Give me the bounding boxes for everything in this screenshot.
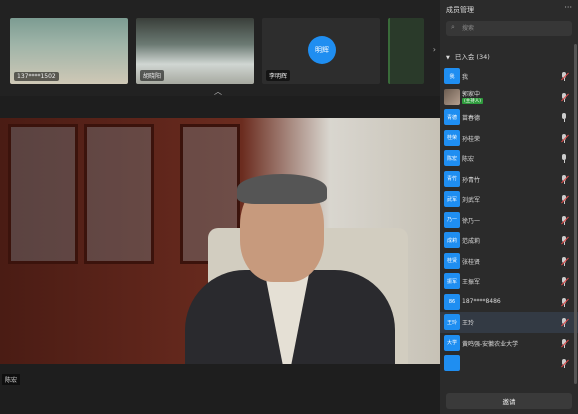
group-header[interactable]: ▼ 已入会 (34) xyxy=(446,51,490,61)
mic-muted-icon[interactable] xyxy=(560,236,569,245)
member-row[interactable]: 成莉 范成莉 xyxy=(440,230,578,251)
more-icon[interactable]: ··· xyxy=(564,3,572,12)
mic-icon[interactable] xyxy=(560,113,568,122)
mic-muted-icon[interactable] xyxy=(560,174,569,184)
chevron-right-icon[interactable]: › xyxy=(433,45,436,54)
member-row[interactable]: 武军 刘武军 xyxy=(440,189,578,210)
mic-icon[interactable] xyxy=(560,154,568,163)
video-area: 137****1502 胡晓阳 明辉 李明辉 › ︿ 陈宏 xyxy=(0,0,440,414)
member-panel: 成员管理 ··· ⌕ ▼已入会 (34) 我我郭家中(主持人)青德苗春德桂荣孙桂… xyxy=(440,0,578,414)
member-row[interactable]: 乃一 徐乃一 xyxy=(440,210,578,231)
member-name: 刘武军 xyxy=(462,197,481,204)
member-name: 郭家中 xyxy=(462,90,481,98)
bookcase-glass xyxy=(8,124,78,264)
group-label: 已入会 (34) xyxy=(454,53,490,61)
avatar: 陈宏 xyxy=(444,150,460,166)
member-name: 187****8486 xyxy=(462,297,501,305)
member-name: 范成莉 xyxy=(462,238,481,245)
member-row[interactable]: 郭家中 (主持人) xyxy=(440,87,578,108)
speaker-name: 陈宏 xyxy=(2,374,21,385)
chevron-up-icon[interactable]: ︿ xyxy=(214,86,222,97)
avatar: 武军 xyxy=(444,191,460,207)
search-input[interactable] xyxy=(462,22,566,35)
avatar: 振军 xyxy=(444,273,460,289)
member-row[interactable] xyxy=(440,353,578,374)
video-thumbnail[interactable]: 胡晓阳 xyxy=(136,18,254,84)
bookcase-glass xyxy=(84,124,154,264)
member-name: 孙桂荣 xyxy=(462,135,481,143)
mic-muted-icon[interactable] xyxy=(560,338,569,348)
avatar: 86 xyxy=(444,293,460,310)
member-row[interactable]: 桂贤 张桂贤 xyxy=(440,251,578,272)
mic-muted-icon[interactable] xyxy=(560,92,569,102)
member-name: 苗春德 xyxy=(462,115,481,122)
member-name: 我 xyxy=(462,74,469,81)
mic-muted-icon[interactable] xyxy=(560,215,569,225)
member-name: 黄鸣强-安徽农业大学 xyxy=(462,340,519,348)
scrollbar[interactable] xyxy=(574,44,577,384)
invite-button[interactable]: 邀请 xyxy=(446,393,572,409)
member-name: 王振军 xyxy=(462,279,481,286)
mic-muted-icon[interactable] xyxy=(560,359,569,368)
member-row[interactable]: 振军 王振军 xyxy=(440,271,578,292)
main-video xyxy=(0,118,440,364)
member-row[interactable]: 我我 xyxy=(440,66,578,87)
video-thumbnail[interactable] xyxy=(388,18,424,84)
participant-name: 胡晓阳 xyxy=(140,70,165,81)
avatar: 王玲 xyxy=(444,314,460,330)
member-row[interactable]: 王玲 王玲 xyxy=(440,312,578,333)
thumbnail-strip: 137****1502 胡晓阳 明辉 李明辉 › xyxy=(0,0,440,96)
avatar: 青竹 xyxy=(444,170,460,187)
avatar: 我 xyxy=(444,68,460,84)
avatar xyxy=(444,88,460,105)
search-icon: ⌕ xyxy=(451,23,455,31)
meeting-window: 137****1502 胡晓阳 明辉 李明辉 › ︿ 陈宏 成员管理 ··· ⌕… xyxy=(0,0,578,414)
avatar: 乃一 xyxy=(444,211,460,228)
mic-muted-icon[interactable] xyxy=(560,297,569,307)
video-thumbnail[interactable]: 明辉 李明辉 xyxy=(262,18,380,84)
search-box[interactable]: ⌕ xyxy=(446,21,572,36)
avatar: 大学 xyxy=(444,334,460,351)
speaker-figure xyxy=(185,174,395,364)
member-name: 王玲 xyxy=(462,320,475,327)
mic-muted-icon[interactable] xyxy=(560,318,569,327)
member-name: 张桂贤 xyxy=(462,258,481,266)
member-name: 孙青竹 xyxy=(462,176,481,184)
panel-title: 成员管理 xyxy=(446,6,474,14)
mic-muted-icon[interactable] xyxy=(560,277,569,286)
avatar: 青德 xyxy=(444,109,460,125)
member-row[interactable]: 青竹 孙青竹 xyxy=(440,169,578,190)
mic-muted-icon[interactable] xyxy=(560,195,569,204)
avatar: 成莉 xyxy=(444,232,460,248)
mic-muted-icon[interactable] xyxy=(560,256,569,266)
member-row[interactable]: 86 187****8486 xyxy=(440,292,578,313)
member-row[interactable]: 陈宏 陈宏 xyxy=(440,148,578,169)
member-list: 我我郭家中 (主持人) 青德 苗春德 桂荣 孙桂荣 陈宏 陈宏 青竹 孙青竹 武军 刘武军 乃一 徐乃一成… xyxy=(440,66,578,382)
member-row[interactable]: 大学 黄鸣强-安徽农业大学 xyxy=(440,333,578,354)
mic-muted-icon[interactable] xyxy=(560,72,569,81)
avatar: 桂贤 xyxy=(444,252,460,269)
host-badge: (主持人) xyxy=(462,97,484,104)
triangle-down-icon: ▼ xyxy=(446,55,450,61)
mic-muted-icon[interactable] xyxy=(560,133,569,143)
member-row[interactable]: 桂荣 孙桂荣 xyxy=(440,128,578,149)
member-name: 陈宏 xyxy=(462,156,475,163)
participant-name: 137****1502 xyxy=(14,72,59,81)
member-row[interactable]: 青德 苗春德 xyxy=(440,107,578,128)
avatar: 桂荣 xyxy=(444,129,460,146)
video-thumbnail[interactable]: 137****1502 xyxy=(10,18,128,84)
avatar: 明辉 xyxy=(308,36,336,64)
participant-name: 李明辉 xyxy=(266,70,291,81)
member-name: 徐乃一 xyxy=(462,217,481,225)
avatar xyxy=(444,355,460,371)
